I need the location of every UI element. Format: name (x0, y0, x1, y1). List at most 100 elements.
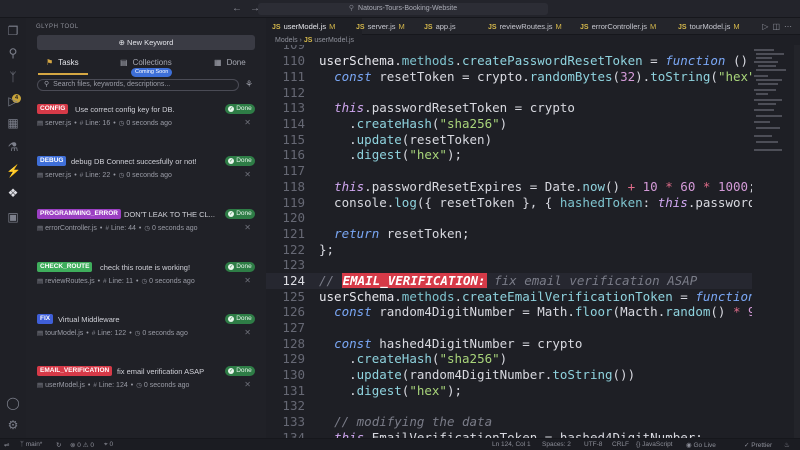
settings-gear-icon[interactable]: ⚙ (6, 418, 20, 432)
hash-icon: # (91, 330, 96, 337)
keyword-tag: PROGRAMMING_ERROR (37, 209, 122, 219)
search-icon: ⚲ (44, 81, 50, 88)
indentation[interactable]: Spaces: 2 (542, 441, 571, 448)
tab-tourmodel[interactable]: JS tourModel.js M (678, 22, 740, 31)
plus-circle-icon: ⊕ (118, 38, 125, 47)
source-control-icon[interactable]: ᛉ (6, 70, 20, 84)
close-icon[interactable]: ✕ (244, 380, 251, 389)
folder-icon: ▤ (120, 58, 128, 67)
sync-icon[interactable]: ↻ (56, 441, 61, 449)
hash-icon: # (105, 225, 109, 232)
check-icon: ✓ (228, 368, 235, 374)
item-description: fix email verification ASAP (117, 367, 205, 376)
list-item[interactable]: EMAIL_VERIFICATION fix email verificatio… (37, 366, 255, 406)
run-debug-icon[interactable]: ▷ (6, 94, 20, 108)
done-button[interactable]: ✓ Done (225, 366, 255, 376)
item-meta: ▤ userModel.js • # Line: 124 • ◷ 0 seconds ago (37, 382, 190, 389)
remote-indicator-icon[interactable]: ⇌ (4, 441, 9, 449)
command-center-search[interactable]: ⚲ Natours-Tours-Booking-Website (258, 3, 548, 15)
list-item[interactable]: CONFIG Use correct config key for DB. ✓ D… (37, 104, 255, 144)
testing-icon[interactable]: ⚗ (6, 140, 20, 154)
clock-icon: ◷ (141, 278, 148, 285)
list-item[interactable]: FIX Virtual Middleware ✓ Done ▤ tourModel.… (37, 314, 255, 354)
ports-indicator[interactable]: ⌖ 0 (104, 441, 113, 449)
glyph-tool-icon[interactable]: ❖ (6, 186, 20, 200)
close-icon[interactable]: ✕ (244, 276, 251, 285)
check-icon: ✓ (228, 158, 235, 164)
search-input[interactable]: ⚲ Search files, keywords, descriptions... (37, 79, 239, 91)
minimap[interactable] (752, 45, 792, 175)
js-file-icon: JS (678, 24, 687, 31)
file-icon: ▤ (37, 225, 44, 232)
filter-icon[interactable]: ⚘ (245, 79, 253, 90)
done-button[interactable]: ✓ Done (225, 314, 255, 324)
code-area[interactable]: 109 110userSchema.methods.createPassword… (266, 45, 752, 438)
js-file-icon: JS (488, 24, 497, 31)
clock-icon: ◷ (136, 382, 142, 389)
language-mode[interactable]: {} JavaScript (636, 441, 673, 448)
vertical-scrollbar[interactable] (794, 45, 800, 438)
sidebar-title: GLYPH TOOL (36, 24, 79, 30)
hash-icon: # (79, 120, 84, 127)
list-item[interactable]: DEBUG debug DB Connect succesfully or no… (37, 156, 255, 196)
editor-tab-bar: JS userModel.js M JS server.js M JS app.js JS… (266, 18, 800, 35)
keyword-tag: FIX (37, 314, 54, 324)
list-item[interactable]: CHECK_ROUTE check this route is working!… (37, 262, 255, 302)
clock-icon: ◷ (134, 330, 141, 337)
warning-icon: ⚠ (82, 442, 89, 449)
lightning-icon[interactable]: ⚡ (6, 164, 21, 178)
close-icon[interactable]: ✕ (244, 170, 251, 179)
error-icon: ⊗ (70, 442, 76, 449)
item-meta: ▤ tourModel.js • # Line: 122 • ◷ 0 seconds ago (37, 330, 188, 337)
list-item[interactable]: PROGRAMMING_ERROR DON'T LEAK TO THE CL..… (37, 209, 255, 249)
done-button[interactable]: ✓ Done (225, 262, 255, 272)
tab-server[interactable]: JS server.js M (356, 22, 405, 31)
title-bar: ←→ ⚲ Natours-Tours-Booking-Website (0, 0, 800, 18)
close-icon[interactable]: ✕ (244, 328, 251, 337)
file-icon: ▤ (37, 120, 44, 127)
go-live-button[interactable]: ◉ Go Live (686, 441, 716, 449)
problems-indicator[interactable]: ⊗ 0 ⚠ 0 (70, 441, 94, 449)
search-icon[interactable]: ⚲ (6, 46, 20, 60)
prettier-status[interactable]: ✓ Prettier (744, 441, 772, 449)
done-button[interactable]: ✓ Done (225, 104, 255, 114)
keyword-tag: CHECK_ROUTE (37, 262, 93, 272)
file-icon: ▤ (37, 278, 44, 285)
tab-reviewroutes[interactable]: JS reviewRoutes.js M (488, 22, 562, 31)
hash-icon: # (93, 382, 97, 389)
search-icon: ⚲ (348, 5, 355, 12)
split-editor-icon[interactable]: ◫ (772, 22, 784, 31)
done-button[interactable]: ✓ Done (225, 156, 255, 166)
extensions-icon[interactable]: ▦ (6, 116, 20, 130)
close-icon[interactable]: ✕ (244, 118, 251, 127)
file-icon: ▤ (37, 330, 44, 337)
tab-usermodel[interactable]: JS userModel.js M (272, 22, 335, 31)
remote-icon[interactable]: ▣ (6, 210, 20, 224)
cursor-position[interactable]: Ln 124, Col 1 (492, 441, 531, 448)
line-ending[interactable]: CRLF (612, 441, 629, 448)
explorer-icon[interactable]: ❐ (6, 24, 20, 38)
done-button[interactable]: ✓ Done (225, 209, 255, 219)
close-icon[interactable]: ✕ (244, 223, 251, 232)
breadcrumb[interactable]: Models › JS userModel.js (275, 37, 354, 44)
tab-tasks[interactable]: ⚑ Tasks (46, 58, 79, 67)
check-icon: ✓ (228, 106, 235, 112)
check-icon: ✓ (228, 316, 235, 322)
tab-app[interactable]: JS app.js (424, 22, 459, 31)
run-icon[interactable]: ▷ (762, 22, 772, 31)
tab-collections[interactable]: ▤ Collections (120, 58, 172, 67)
branch-icon: ᛉ (20, 441, 24, 448)
editor-actions[interactable]: ▷◫⋯ (762, 22, 796, 31)
js-file-icon: JS (272, 24, 281, 31)
new-keyword-button[interactable]: ⊕ New Keyword (37, 35, 255, 50)
branch-indicator[interactable]: ᛉ main* (20, 441, 42, 448)
tab-errorcontroller[interactable]: JS errorController.js M (580, 22, 656, 31)
item-meta: ▤ server.js • # Line: 16 • ◷ 0 seconds ago (37, 120, 172, 127)
account-icon[interactable]: ◯ (6, 396, 20, 410)
tab-done[interactable]: ▦ Done (214, 58, 246, 67)
item-meta: ▤ reviewRoutes.js • # Line: 11 • ◷ 0 seconds ag… (37, 278, 195, 285)
file-icon: ▤ (37, 382, 44, 389)
notifications-bell-icon[interactable]: ♨ (784, 441, 790, 449)
encoding[interactable]: UTF-8 (584, 441, 602, 448)
more-icon[interactable]: ⋯ (784, 22, 796, 31)
